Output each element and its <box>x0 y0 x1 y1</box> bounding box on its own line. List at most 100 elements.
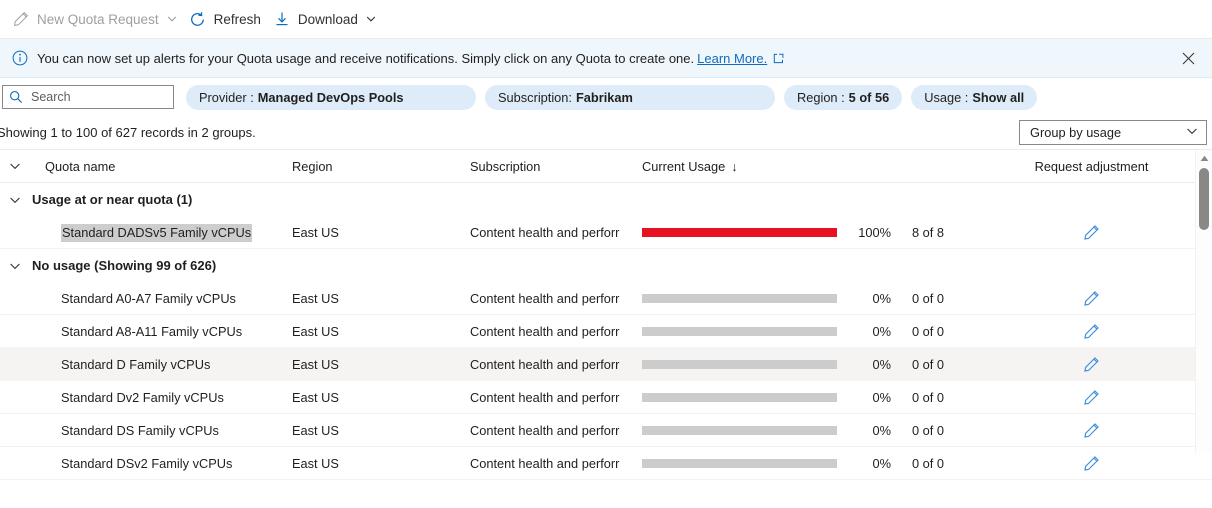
table-row[interactable]: Standard A0-A7 Family vCPUs East US Cont… <box>0 282 1212 315</box>
search-box[interactable] <box>2 85 174 109</box>
quota-name-cell[interactable]: Standard D Family vCPUs <box>30 357 210 372</box>
pencil-icon <box>1084 389 1099 405</box>
chevron-down-icon <box>10 163 20 170</box>
filter-provider-value: Managed DevOps Pools <box>257 89 404 105</box>
new-quota-request-button[interactable]: New Quota Request <box>6 4 183 34</box>
records-summary: Showing 1 to 100 of 627 records in 2 gro… <box>0 125 256 140</box>
table-row[interactable]: Standard DSv2 Family vCPUs East US Conte… <box>0 447 1212 480</box>
quota-name-cell[interactable]: Standard Dv2 Family vCPUs <box>30 390 224 405</box>
filter-bar: Provider : Managed DevOps Pools Subscrip… <box>0 78 1212 116</box>
scroll-up-arrow-icon <box>1200 155 1208 161</box>
group-label: No usage (Showing 99 of 626) <box>32 258 217 273</box>
filter-provider[interactable]: Provider : Managed DevOps Pools <box>186 84 476 110</box>
banner-message: You can now set up alerts for your Quota… <box>37 51 784 66</box>
usage-bar-track <box>642 392 837 402</box>
usage-ratio-label: 8 of 8 <box>912 224 945 240</box>
column-header-request-adjustment: Request adjustment <box>1034 158 1149 174</box>
refresh-label: Refresh <box>213 11 261 27</box>
request-adjustment-button[interactable] <box>1083 224 1100 241</box>
quota-name-cell[interactable]: Standard DSv2 Family vCPUs <box>30 456 232 471</box>
column-header-subscription[interactable]: Subscription <box>470 159 540 174</box>
filter-usage-value: Show all <box>972 89 1025 105</box>
column-header-region[interactable]: Region <box>292 159 333 174</box>
usage-percent-label: 0% <box>872 422 892 438</box>
chevron-down-icon[interactable] <box>167 14 177 24</box>
close-icon <box>1182 52 1194 64</box>
group-collapse-toggle[interactable] <box>0 260 30 272</box>
request-adjustment-button[interactable] <box>1083 290 1100 307</box>
subscription-cell: Content health and perforr <box>470 389 620 405</box>
learn-more-link[interactable]: Learn More. <box>697 51 767 66</box>
filter-region[interactable]: Region : 5 of 56 <box>784 84 903 110</box>
filter-usage-label: Usage : <box>924 89 969 105</box>
group-usage-at-or-near-quota[interactable]: Usage at or near quota (1) <box>0 183 1212 216</box>
search-input[interactable] <box>31 90 167 104</box>
quota-table: Quota name Region Subscription Current U… <box>0 149 1212 480</box>
table-row[interactable]: Standard D Family vCPUs East US Content … <box>0 348 1212 381</box>
search-icon <box>9 90 23 104</box>
chevron-down-icon <box>10 197 20 203</box>
table-row[interactable]: Standard A8-A11 Family vCPUs East US Con… <box>0 315 1212 348</box>
pencil-icon <box>1084 422 1099 438</box>
region-cell: East US <box>292 455 339 471</box>
usage-percent-label: 0% <box>872 389 892 405</box>
region-cell: East US <box>292 356 339 372</box>
request-adjustment-button[interactable] <box>1083 323 1100 340</box>
filter-subscription[interactable]: Subscription: Fabrikam <box>485 84 775 110</box>
download-button[interactable]: Download <box>267 4 382 34</box>
usage-percent-label: 0% <box>872 455 892 471</box>
quota-name-cell[interactable]: Standard A0-A7 Family vCPUs <box>30 291 236 306</box>
refresh-icon <box>189 10 207 28</box>
usage-bar-track <box>642 458 837 468</box>
summary-row: Showing 1 to 100 of 627 records in 2 gro… <box>0 116 1212 149</box>
usage-ratio-label: 0 of 0 <box>912 356 945 372</box>
expand-all-toggle[interactable] <box>0 160 30 172</box>
pencil-icon <box>1084 356 1099 372</box>
pencil-icon <box>1084 290 1099 306</box>
banner-close-button[interactable] <box>1176 46 1200 70</box>
vertical-scrollbar[interactable] <box>1195 150 1212 453</box>
quota-name-text: Standard DADSv5 Family vCPUs <box>61 223 253 242</box>
usage-percent-label: 0% <box>872 356 892 372</box>
filter-provider-label: Provider : <box>199 89 254 105</box>
subscription-cell: Content health and perforr <box>470 455 620 471</box>
usage-ratio-label: 0 of 0 <box>912 455 945 471</box>
usage-ratio-label: 0 of 0 <box>912 290 945 306</box>
request-adjustment-button[interactable] <box>1083 389 1100 406</box>
table-row[interactable]: Standard DADSv5 Family vCPUs East US Con… <box>0 216 1212 249</box>
table-header-row: Quota name Region Subscription Current U… <box>0 150 1212 183</box>
group-by-label: Group by usage <box>1030 125 1122 140</box>
usage-percent-label: 0% <box>872 323 892 339</box>
usage-ratio-label: 0 of 0 <box>912 323 945 339</box>
table-row[interactable]: Standard DS Family vCPUs East US Content… <box>0 414 1212 447</box>
pencil-icon <box>12 10 30 28</box>
table-row[interactable]: Standard Dv2 Family vCPUs East US Conten… <box>0 381 1212 414</box>
scrollbar-thumb[interactable] <box>1199 168 1209 230</box>
quota-name-cell[interactable]: Standard DADSv5 Family vCPUs <box>30 223 253 242</box>
request-adjustment-button[interactable] <box>1083 422 1100 439</box>
scroll-up-button[interactable] <box>1196 150 1212 166</box>
group-label: Usage at or near quota (1) <box>32 192 193 207</box>
new-quota-request-label: New Quota Request <box>37 11 159 27</box>
request-adjustment-button[interactable] <box>1083 455 1100 472</box>
filter-subscription-label: Subscription: <box>498 89 572 105</box>
column-header-current-usage[interactable]: Current Usage <box>642 159 725 174</box>
subscription-cell: Content health and perforr <box>470 323 620 339</box>
refresh-button[interactable]: Refresh <box>183 4 267 34</box>
subscription-cell: Content health and perforr <box>470 422 620 438</box>
chevron-down-icon[interactable] <box>366 14 376 24</box>
pencil-icon <box>1084 323 1099 339</box>
group-no-usage[interactable]: No usage (Showing 99 of 626) <box>0 249 1212 282</box>
subscription-cell: Content health and perforr <box>470 290 620 306</box>
region-cell: East US <box>292 323 339 339</box>
group-by-dropdown[interactable]: Group by usage <box>1019 120 1207 145</box>
filter-usage[interactable]: Usage : Show all <box>911 84 1038 110</box>
region-cell: East US <box>292 290 339 306</box>
quota-name-cell[interactable]: Standard DS Family vCPUs <box>30 423 219 438</box>
group-collapse-toggle[interactable] <box>0 194 30 206</box>
filter-subscription-value: Fabrikam <box>575 89 633 105</box>
column-header-quota-name[interactable]: Quota name <box>45 159 115 174</box>
request-adjustment-button[interactable] <box>1083 356 1100 373</box>
info-banner: You can now set up alerts for your Quota… <box>0 39 1212 78</box>
quota-name-cell[interactable]: Standard A8-A11 Family vCPUs <box>30 324 242 339</box>
